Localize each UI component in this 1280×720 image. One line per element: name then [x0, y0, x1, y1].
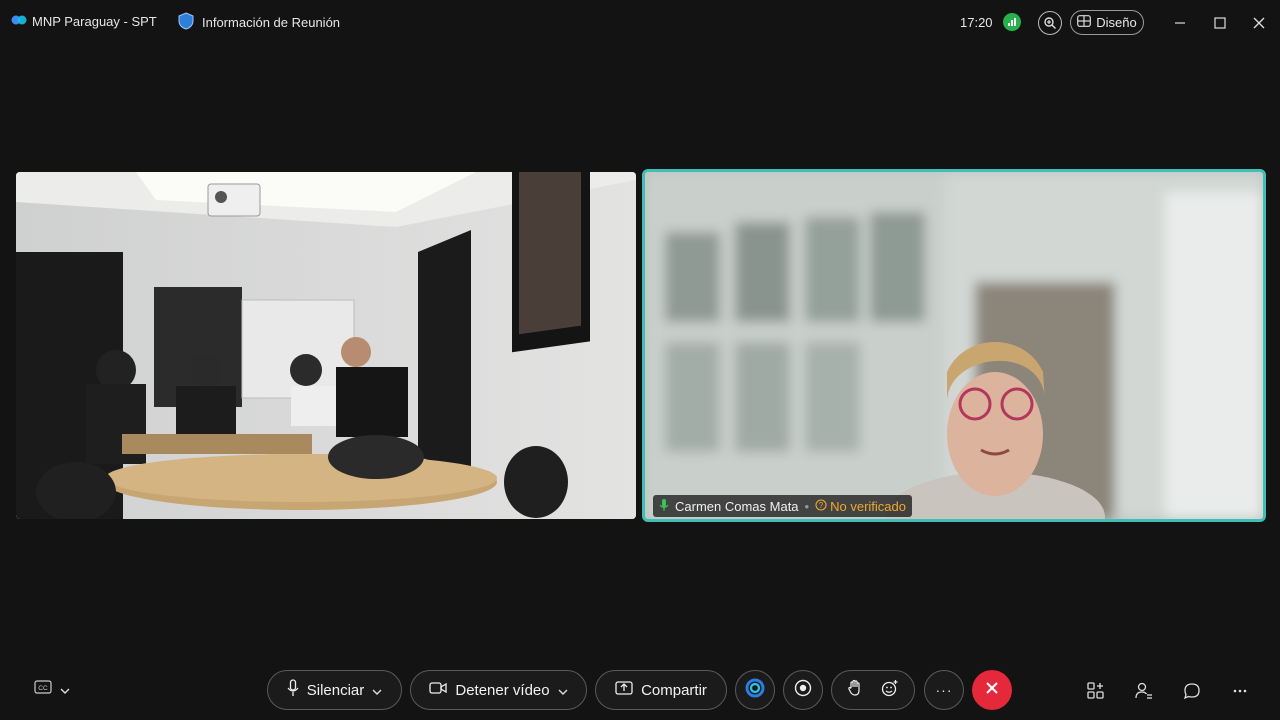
record-icon	[794, 679, 812, 702]
webex-assistant-button[interactable]	[735, 670, 775, 710]
grid-layout-icon	[1077, 15, 1092, 30]
microphone-icon	[287, 679, 299, 701]
meeting-info-button[interactable]: Información de Reunión	[178, 12, 340, 33]
reactions-group	[831, 670, 915, 710]
zoom-in-icon[interactable]	[1038, 11, 1062, 35]
more-panels-icon[interactable]	[1229, 680, 1251, 702]
svg-text:CC: CC	[38, 685, 48, 692]
webex-logo-icon	[11, 14, 27, 29]
mute-button[interactable]: Silenciar	[267, 670, 402, 710]
separator-dot: •	[804, 498, 810, 514]
participants-icon[interactable]	[1133, 680, 1155, 702]
shield-icon	[178, 12, 194, 33]
chevron-down-icon	[558, 682, 568, 699]
mute-label: Silenciar	[306, 681, 365, 699]
chevron-down-icon	[60, 681, 70, 699]
closed-captions-button[interactable]: CC	[34, 680, 70, 699]
add-reaction-icon[interactable]	[881, 679, 899, 701]
meeting-info-label: Información de Reunión	[202, 15, 341, 30]
minimize-icon[interactable]	[1169, 12, 1191, 34]
microphone-icon	[659, 498, 669, 515]
closed-captions-icon: CC	[34, 680, 52, 699]
unverified-label: No verificado	[830, 498, 906, 514]
layout-button[interactable]: Diseño	[1070, 10, 1144, 35]
chat-icon[interactable]	[1181, 680, 1203, 702]
record-button[interactable]	[783, 670, 823, 710]
webex-assistant-icon	[744, 677, 766, 704]
share-button[interactable]: Compartir	[595, 670, 727, 710]
share-screen-icon	[615, 681, 633, 699]
participant-nameplate: Carmen Comas Mata • ? No verificado	[653, 495, 912, 517]
svg-text:?: ?	[819, 501, 824, 510]
room-video-feed	[16, 172, 636, 519]
chevron-down-icon	[372, 682, 382, 699]
stop-video-button[interactable]: Detener vídeo	[410, 670, 587, 710]
meeting-clock: 17:20	[960, 15, 993, 30]
title-bar: MNP Paraguay - SPT Información de Reunió…	[0, 0, 1280, 46]
video-tile-room[interactable]	[16, 172, 636, 519]
app-title: MNP Paraguay - SPT	[32, 14, 157, 29]
end-call-button[interactable]	[972, 670, 1012, 710]
maximize-icon[interactable]	[1209, 12, 1231, 34]
participant-name: Carmen Comas Mata	[675, 498, 799, 514]
video-camera-icon	[429, 681, 448, 699]
apps-icon[interactable]	[1085, 680, 1107, 702]
speaker-video-feed	[645, 172, 1263, 519]
video-tile-active-speaker[interactable]: Carmen Comas Mata • ? No verificado	[642, 169, 1266, 522]
layout-label: Diseño	[1096, 15, 1137, 30]
end-call-icon	[985, 681, 999, 700]
more-options-icon: ···	[935, 682, 953, 698]
stop-video-label: Detener vídeo	[455, 681, 550, 699]
unverified-status: ? No verificado	[815, 499, 906, 514]
raise-hand-icon[interactable]	[847, 679, 863, 701]
more-options-button[interactable]: ···	[924, 670, 964, 710]
close-icon[interactable]	[1248, 12, 1270, 34]
app-identity: MNP Paraguay - SPT	[11, 14, 157, 29]
help-circle-icon: ?	[815, 498, 827, 514]
network-status-icon[interactable]	[1003, 13, 1021, 31]
share-label: Compartir	[641, 681, 707, 699]
